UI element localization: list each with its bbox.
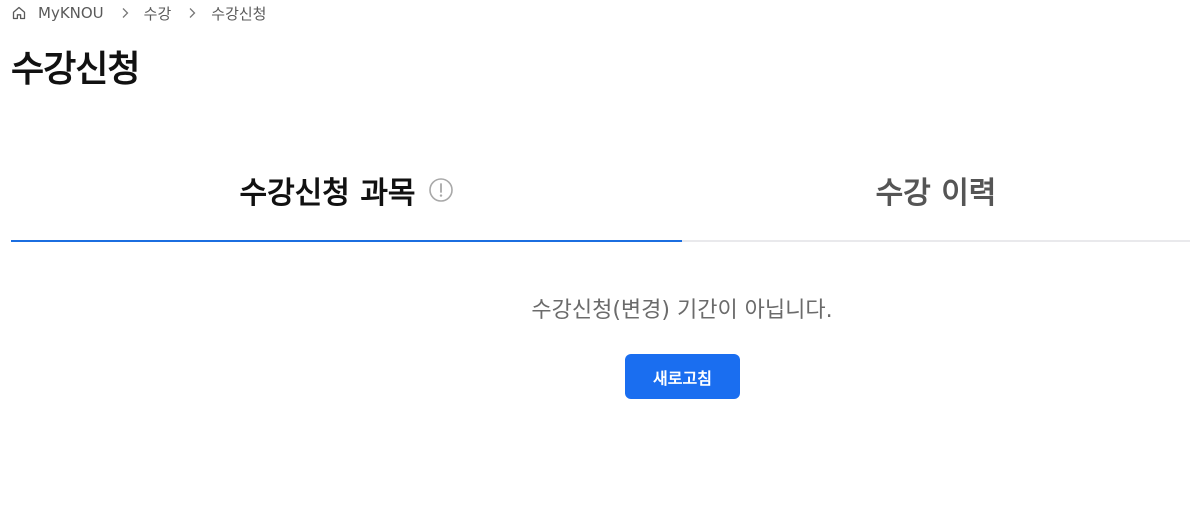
breadcrumb-item-registration[interactable]: 수강신청	[211, 3, 266, 24]
tab-course-history[interactable]: 수강 이력	[682, 140, 1190, 240]
status-message: 수강신청(변경) 기간이 아닙니다.	[531, 298, 833, 323]
page-title: 수강신청	[11, 49, 140, 90]
breadcrumb-item-myknou[interactable]: MyKNOU	[38, 4, 104, 22]
tab-bar: 수강신청 과목 수강 이력	[11, 140, 1190, 242]
chevron-right-icon	[119, 7, 131, 19]
tab-label: 수강 이력	[875, 176, 997, 211]
tab-label: 수강신청 과목	[239, 176, 416, 211]
refresh-button[interactable]: 새로고침	[625, 354, 740, 399]
chevron-right-icon	[186, 7, 198, 19]
tab-registered-courses[interactable]: 수강신청 과목	[11, 140, 682, 242]
breadcrumb: MyKNOU 수강 수강신청	[11, 2, 266, 24]
info-icon[interactable]	[428, 177, 454, 203]
home-icon[interactable]	[11, 5, 27, 21]
breadcrumb-item-course[interactable]: 수강	[144, 3, 172, 24]
